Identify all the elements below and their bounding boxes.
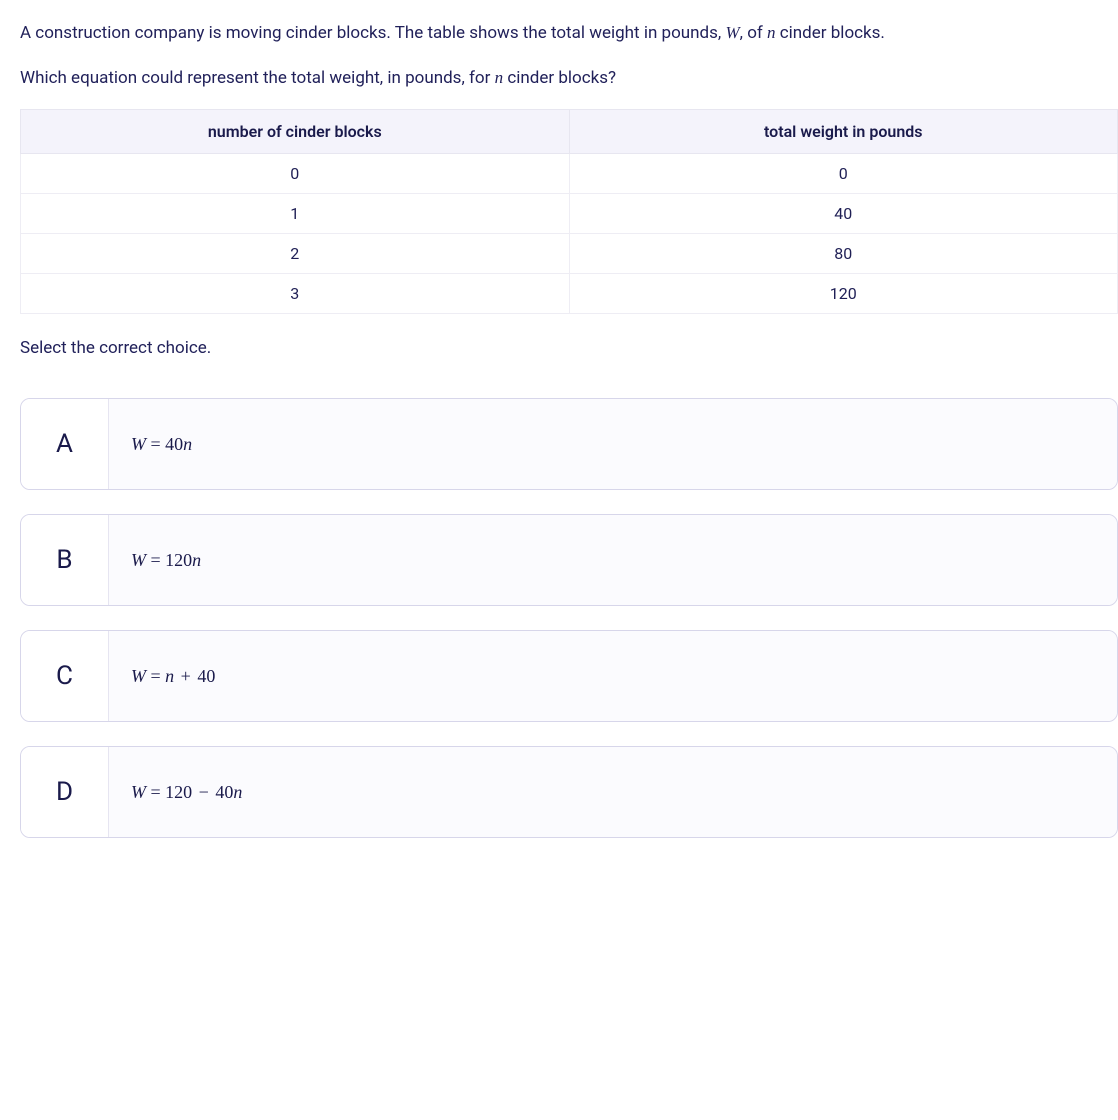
choice-D[interactable]: D W = 120 − 40n	[20, 746, 1118, 838]
choice-body: W = n + 40	[109, 631, 1117, 721]
variable-n: n	[767, 23, 776, 42]
table-header-n: number of cinder blocks	[21, 110, 570, 154]
equation-var: n	[183, 434, 192, 454]
operator-plus: +	[179, 666, 193, 686]
question-line-2: Which equation could represent the total…	[20, 65, 1118, 92]
text-segment: cinder blocks?	[503, 68, 616, 88]
equation-coef: 120	[165, 550, 192, 570]
table-row: 2 80	[21, 234, 1118, 274]
question-line-1: A construction company is moving cinder …	[20, 20, 1118, 47]
cell-n: 3	[21, 274, 570, 314]
table-header-weight: total weight in pounds	[569, 110, 1118, 154]
table-row: 3 120	[21, 274, 1118, 314]
cell-weight: 40	[569, 194, 1118, 234]
choice-letter: D	[21, 747, 109, 837]
choice-body: W = 120n	[109, 515, 1117, 605]
table-row: 0 0	[21, 154, 1118, 194]
choice-A[interactable]: A W = 40n	[20, 398, 1118, 490]
equation-const: 120	[165, 782, 192, 802]
instruction: Select the correct choice.	[20, 338, 1118, 358]
cell-n: 2	[21, 234, 570, 274]
cell-n: 0	[21, 154, 570, 194]
equation-const: 40	[197, 666, 215, 686]
cell-weight: 120	[569, 274, 1118, 314]
choice-letter: A	[21, 399, 109, 489]
equation-coef: 40	[165, 434, 183, 454]
cell-weight: 0	[569, 154, 1118, 194]
variable-W: W	[725, 23, 739, 42]
text-segment: , of	[740, 23, 767, 43]
operator-minus: −	[199, 782, 209, 802]
equation-var: n	[192, 550, 201, 570]
text-segment: A construction company is moving cinder …	[20, 23, 725, 43]
equation-var: n	[165, 666, 174, 686]
equation-var: n	[233, 782, 242, 802]
choice-B[interactable]: B W = 120n	[20, 514, 1118, 606]
equation-lhs: W	[131, 782, 146, 802]
cell-n: 1	[21, 194, 570, 234]
choice-body: W = 120 − 40n	[109, 747, 1117, 837]
choice-C[interactable]: C W = n + 40	[20, 630, 1118, 722]
data-table: number of cinder blocks total weight in …	[20, 109, 1118, 314]
equation-lhs: W	[131, 666, 146, 686]
choice-letter: B	[21, 515, 109, 605]
choice-body: W = 40n	[109, 399, 1117, 489]
equation-lhs: W	[131, 434, 146, 454]
equation-coef: 40	[215, 782, 233, 802]
equation-lhs: W	[131, 550, 146, 570]
text-segment: Which equation could represent the total…	[20, 68, 495, 88]
cell-weight: 80	[569, 234, 1118, 274]
choice-letter: C	[21, 631, 109, 721]
variable-n: n	[495, 68, 504, 87]
answer-choices: A W = 40n B W = 120n C W = n +	[20, 398, 1118, 838]
table-row: 1 40	[21, 194, 1118, 234]
text-segment: cinder blocks.	[776, 23, 885, 43]
